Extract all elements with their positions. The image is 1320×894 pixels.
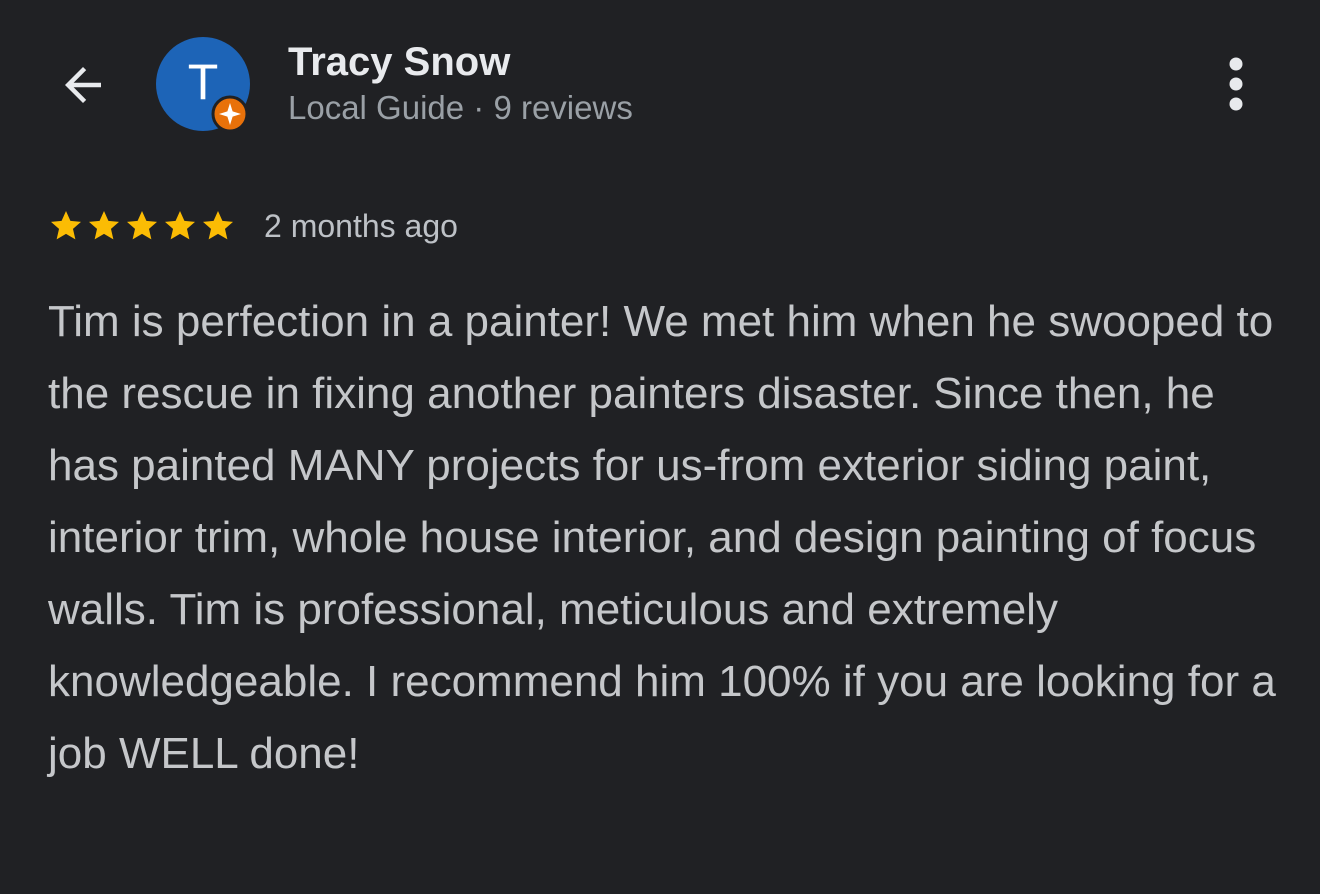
more-options-button[interactable]	[1210, 52, 1262, 116]
star-icon	[127, 211, 157, 240]
star-rating	[48, 208, 236, 244]
star-icon	[165, 211, 195, 240]
rating-row: 2 months ago	[48, 203, 458, 249]
star-icon	[203, 211, 233, 240]
arrow-back-icon	[65, 67, 101, 103]
star-icon	[51, 211, 81, 240]
review-time: 2 months ago	[264, 207, 458, 244]
reviewer-info: Tracy Snow Local Guide · 9 reviews	[288, 38, 633, 130]
review-text: Tim is perfection in a painter! We met h…	[48, 297, 1276, 778]
more-vert-icon	[1229, 57, 1243, 111]
reviewer-name[interactable]: Tracy Snow	[288, 38, 633, 86]
star-icon	[89, 211, 119, 240]
back-button[interactable]	[52, 54, 114, 116]
reviewer-meta: Local Guide · 9 reviews	[288, 89, 633, 126]
local-guide-badge-icon	[211, 95, 249, 133]
